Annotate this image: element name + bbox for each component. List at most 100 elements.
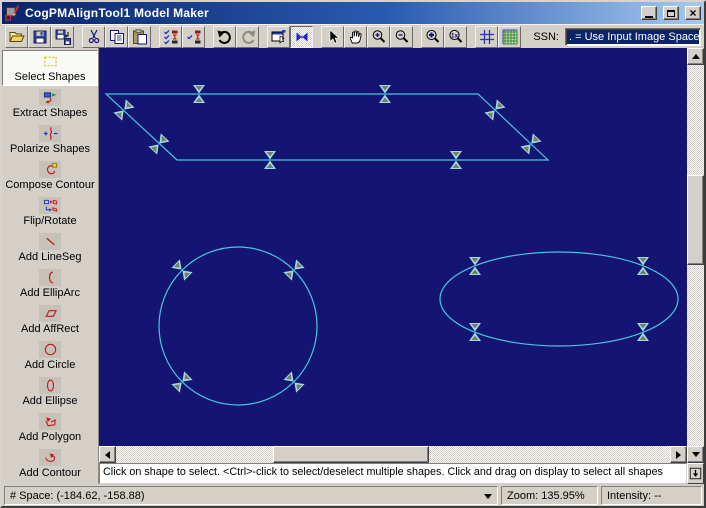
intensity-value: Intensity: -- [607,489,662,502]
extract-shapes-icon [39,89,61,106]
zoom-out-icon [394,29,410,45]
toolbar-group [213,25,259,48]
maximize-button[interactable] [663,6,679,20]
expand-button[interactable] [687,463,704,484]
minimize-button[interactable] [641,6,657,20]
scroll-up-button[interactable] [687,48,704,65]
add-polygon-icon [39,413,61,430]
redo-button[interactable] [236,25,259,48]
sidebar-item-label: Add Contour [19,467,81,479]
zoom-in-button[interactable] [367,25,390,48]
toolbar-group [82,25,151,48]
sidebar-item-add-contour[interactable]: Add Contour [2,446,98,482]
sidebar: Select Shapes Extract Shapes Polarize Shap… [2,48,99,484]
polarize-shapes-icon [39,125,61,142]
pointer-button[interactable] [321,25,344,48]
minimize-icon [645,15,653,18]
pan-icon [348,29,364,45]
close-button[interactable]: × [685,6,701,20]
toolbar-group: 1x [421,25,467,48]
redo-icon [240,29,256,45]
ellipse-shape[interactable] [439,251,679,347]
display-top [99,48,704,463]
sidebar-item-label: Compose Contour [5,179,95,191]
flip-rotate-icon [39,197,61,214]
open-button[interactable] [5,25,28,48]
sidebar-item-label: Polarize Shapes [9,143,91,155]
properties-button[interactable] [267,25,290,48]
sidebar-item-add-polygon[interactable]: Add Polygon [2,410,98,446]
sidebar-item-flip-rotate[interactable]: Flip/Rotate [2,194,98,230]
scroll-left-button[interactable] [99,446,116,463]
zoom-actual-button[interactable]: 1x [444,25,467,48]
scroll-up-icon [691,50,700,59]
add-circle-icon [39,341,61,358]
grid-fine-button[interactable] [498,25,521,48]
model-canvas[interactable] [99,48,687,446]
expand-icon [689,467,702,480]
paste-button[interactable] [128,25,151,48]
display-view: Click on shape to select. <Ctrl>-click t… [99,48,704,484]
cut-button[interactable] [82,25,105,48]
app-icon [5,5,21,21]
show-handles-icon [294,29,310,45]
zoom-actual-icon: 1x [448,29,464,45]
vscroll-thumb[interactable] [687,175,704,265]
hint-text: Click on shape to select. <Ctrl>-click t… [99,463,687,484]
pointer-icon [325,28,341,45]
select-shapes-icon [39,53,61,70]
sidebar-item-add-circle[interactable]: Add Circle [2,338,98,374]
sidebar-item-label: Add LineSeg [18,251,82,263]
grid-coarse-button[interactable] [475,25,498,48]
vertical-scrollbar[interactable] [687,48,704,463]
zoom-out-button[interactable] [390,25,413,48]
statusbar: # Space: (-184.62, -158.88) Zoom: 135.95… [2,484,704,506]
zoom-status: Zoom: 135.95% [501,486,598,505]
close-icon: × [689,6,697,20]
pan-button[interactable] [344,25,367,48]
ssn-area: SSN: . = Use Input Image Space [533,27,701,46]
scroll-down-button[interactable] [687,446,704,463]
hscroll-thumb[interactable] [273,446,429,463]
select-check-multi-icon [163,29,179,45]
toolbar-group [321,25,413,48]
space-value: # Space: (-184.62, -158.88) [10,489,145,502]
canvas-column [99,48,687,463]
save-button[interactable] [28,25,51,48]
undo-icon [217,29,233,45]
select-check-single-button[interactable] [182,25,205,48]
titlebar: CogPMAlignTool1 Model Maker × [2,2,704,24]
sidebar-item-add-ellipse[interactable]: Add Ellipse [2,374,98,410]
sidebar-item-compose-contour[interactable]: Compose Contour [2,158,98,194]
toolbar-group [159,25,205,48]
sidebar-item-add-elliparc[interactable]: Add EllipArc [2,266,98,302]
add-ellipse-icon [39,377,61,394]
open-icon [8,29,25,45]
sidebar-item-label: Flip/Rotate [23,215,77,227]
cut-icon [86,29,102,45]
undo-button[interactable] [213,25,236,48]
copy-button[interactable] [105,25,128,48]
sidebar-item-add-lineseg[interactable]: Add LineSeg [2,230,98,266]
save-as-button[interactable] [51,25,74,48]
scroll-down-icon [691,452,700,461]
sidebar-item-label: Add EllipArc [20,287,80,299]
zoom-fit-button[interactable] [421,25,444,48]
sidebar-item-select-shapes[interactable]: Select Shapes [2,50,98,86]
select-check-multi-button[interactable] [159,25,182,48]
add-elliparc-icon [39,269,61,286]
toolbar-group [5,25,74,48]
toolbar-group [267,25,313,48]
scroll-right-button[interactable] [670,446,687,463]
sidebar-item-add-affrect[interactable]: Add AffRect [2,302,98,338]
space-selector[interactable]: # Space: (-184.62, -158.88) [4,486,498,505]
toolbar-group [475,25,521,48]
sidebar-item-extract-shapes[interactable]: Extract Shapes [2,86,98,122]
ssn-combobox[interactable]: . = Use Input Image Space [565,27,701,46]
parallelogram-shape[interactable] [104,93,550,161]
copy-icon [109,29,125,45]
scroll-right-icon [676,450,685,459]
show-handles-button[interactable] [290,25,313,48]
horizontal-scrollbar[interactable] [99,446,687,463]
sidebar-item-polarize-shapes[interactable]: Polarize Shapes [2,122,98,158]
